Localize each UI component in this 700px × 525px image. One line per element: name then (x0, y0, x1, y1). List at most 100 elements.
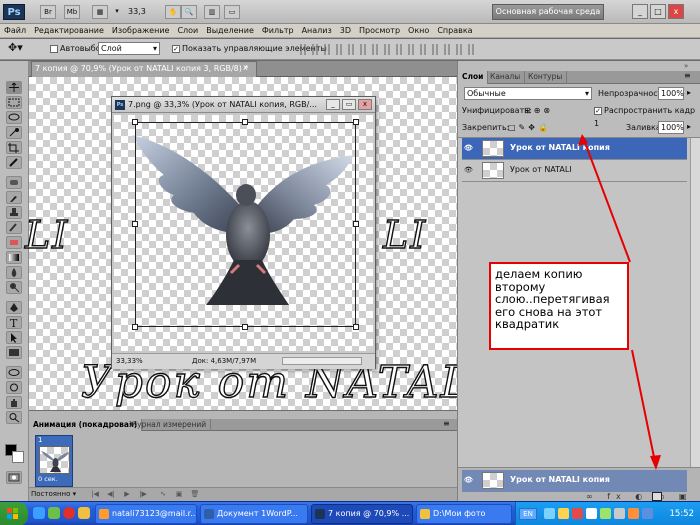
tab-layers[interactable]: Слои (458, 71, 489, 84)
zoom-level[interactable]: 33,3 (128, 7, 146, 16)
quicklaunch-opera-icon[interactable] (63, 507, 75, 519)
tray-icon[interactable] (600, 508, 611, 519)
history-brush-tool-icon[interactable] (6, 221, 22, 234)
transform-handle[interactable] (242, 324, 248, 330)
dodge-tool-icon[interactable] (6, 281, 22, 294)
task-explorer[interactable]: D:\Мои фото (416, 504, 512, 524)
screen-mode-icon[interactable]: ▭ (224, 5, 240, 19)
minibridge-icon[interactable]: Mb (64, 5, 80, 19)
first-frame-icon[interactable]: |◀ (89, 489, 101, 499)
play-icon[interactable]: ▶ (121, 489, 133, 499)
opacity-input[interactable]: 100% (658, 87, 684, 100)
quick-selection-tool-icon[interactable] (6, 126, 22, 139)
unify-icons[interactable]: ⊞⊕⊗ (524, 104, 553, 117)
move-tool-icon[interactable] (6, 81, 22, 94)
panel-collapse-icon[interactable]: » (684, 62, 688, 70)
zoom-tool-icon[interactable]: 🔍 (181, 5, 197, 19)
new-layer-icon[interactable] (652, 492, 662, 501)
prev-frame-icon[interactable]: ◀| (105, 489, 117, 499)
visibility-eye-icon[interactable]: 👁 (464, 166, 474, 174)
transform-handle[interactable] (132, 221, 138, 227)
transform-handle[interactable] (353, 221, 359, 227)
quicklaunch-ie-icon[interactable] (33, 507, 45, 519)
floating-minimize-button[interactable]: _ (326, 99, 340, 110)
duplicate-frame-icon[interactable]: ▣ (173, 489, 185, 499)
transform-bounding-box[interactable] (135, 122, 356, 327)
tab-paths[interactable]: Контуры (524, 71, 568, 84)
tray-icon[interactable] (544, 508, 555, 519)
healing-brush-tool-icon[interactable] (6, 176, 22, 189)
view-extras-icon[interactable]: ▦ (92, 5, 108, 19)
eyedropper-tool-icon[interactable] (6, 156, 22, 169)
3d-rotate-tool-icon[interactable] (6, 366, 22, 379)
animation-frame[interactable]: 1 0 сек. (35, 435, 73, 487)
transform-handle[interactable] (242, 119, 248, 125)
bridge-icon[interactable]: Br (40, 5, 56, 19)
fill-slider-icon[interactable]: ▸ (687, 122, 691, 131)
menu-window[interactable]: Окно (404, 24, 433, 38)
floating-maximize-button[interactable]: ▭ (342, 99, 356, 110)
horizontal-scrollbar[interactable] (282, 357, 362, 365)
lasso-tool-icon[interactable] (6, 111, 22, 124)
path-selection-tool-icon[interactable] (6, 331, 22, 344)
menu-select[interactable]: Выделение (202, 24, 258, 38)
task-word[interactable]: Документ 1WordP... (200, 504, 308, 524)
transform-handle[interactable] (353, 324, 359, 330)
next-frame-icon[interactable]: |▶ (137, 489, 149, 499)
tab-channels[interactable]: Каналы (486, 71, 526, 84)
transform-handle[interactable] (132, 119, 138, 125)
menu-file[interactable]: Файл (0, 24, 30, 38)
animation-menu-icon[interactable]: ≡ (443, 419, 450, 428)
transform-handle[interactable] (132, 324, 138, 330)
menu-image[interactable]: Изображение (108, 24, 174, 38)
tray-icon[interactable] (628, 508, 639, 519)
tray-icon[interactable] (572, 508, 583, 519)
eraser-tool-icon[interactable] (6, 236, 22, 249)
workspace-button[interactable]: Основная рабочая среда (492, 4, 604, 20)
loop-select[interactable]: Постоянно ▾ (31, 489, 76, 499)
quicklaunch-icon[interactable] (48, 507, 60, 519)
tween-icon[interactable]: ∿ (157, 489, 169, 499)
hand-tool-icon[interactable]: ✋ (165, 5, 181, 19)
opacity-slider-icon[interactable]: ▸ (687, 88, 691, 97)
move-tool-icon[interactable]: ✥▾ (8, 42, 23, 54)
menu-layers[interactable]: Слои (173, 24, 202, 38)
clone-stamp-tool-icon[interactable] (6, 206, 22, 219)
3d-camera-tool-icon[interactable] (6, 381, 22, 394)
transform-handle[interactable] (353, 119, 359, 125)
close-tab-icon[interactable]: x (243, 63, 253, 73)
type-tool-icon[interactable]: T (6, 316, 22, 329)
menu-filter[interactable]: Фильтр (258, 24, 298, 38)
menu-analysis[interactable]: Анализ (298, 24, 336, 38)
background-color-swatch[interactable] (12, 451, 24, 463)
tray-icon[interactable] (586, 508, 597, 519)
shape-tool-icon[interactable] (6, 346, 22, 359)
menu-edit[interactable]: Редактирование (30, 24, 108, 38)
crop-tool-icon[interactable] (6, 141, 22, 154)
start-button[interactable] (0, 502, 28, 525)
zoom-status[interactable]: 33,33% (116, 354, 143, 368)
panel-menu-icon[interactable]: ≡ (684, 71, 691, 80)
lock-icons[interactable]: □✎✥🔒 (508, 121, 551, 134)
autoselect-dropdown[interactable]: Слой ▾ (98, 42, 160, 55)
menu-3d[interactable]: 3D (336, 24, 355, 38)
brush-tool-icon[interactable] (6, 191, 22, 204)
floating-document-canvas[interactable] (114, 115, 373, 351)
floating-close-button[interactable]: x (358, 99, 372, 110)
layers-scrollbar[interactable] (690, 138, 700, 468)
tray-icon[interactable] (558, 508, 569, 519)
tray-icon[interactable] (614, 508, 625, 519)
blur-tool-icon[interactable] (6, 266, 22, 279)
delete-frame-icon[interactable]: 🗑 (189, 489, 201, 499)
minimize-button[interactable]: _ (632, 4, 648, 19)
menu-view[interactable]: Просмотр (355, 24, 404, 38)
tray-icon[interactable] (642, 508, 653, 519)
maximize-button[interactable]: □ (650, 4, 666, 19)
quicklaunch-folder-icon[interactable] (78, 507, 90, 519)
menu-help[interactable]: Справка (433, 24, 476, 38)
tab-measurement-log[interactable]: Журнал измерений (125, 419, 212, 431)
task-photoshop[interactable]: 7 копия @ 70,9% ... (311, 504, 413, 524)
task-mail[interactable]: natali73123@mail.r... (95, 504, 197, 524)
language-indicator[interactable]: EN (519, 508, 537, 520)
arrange-documents-icon[interactable]: ▥ (204, 5, 220, 19)
